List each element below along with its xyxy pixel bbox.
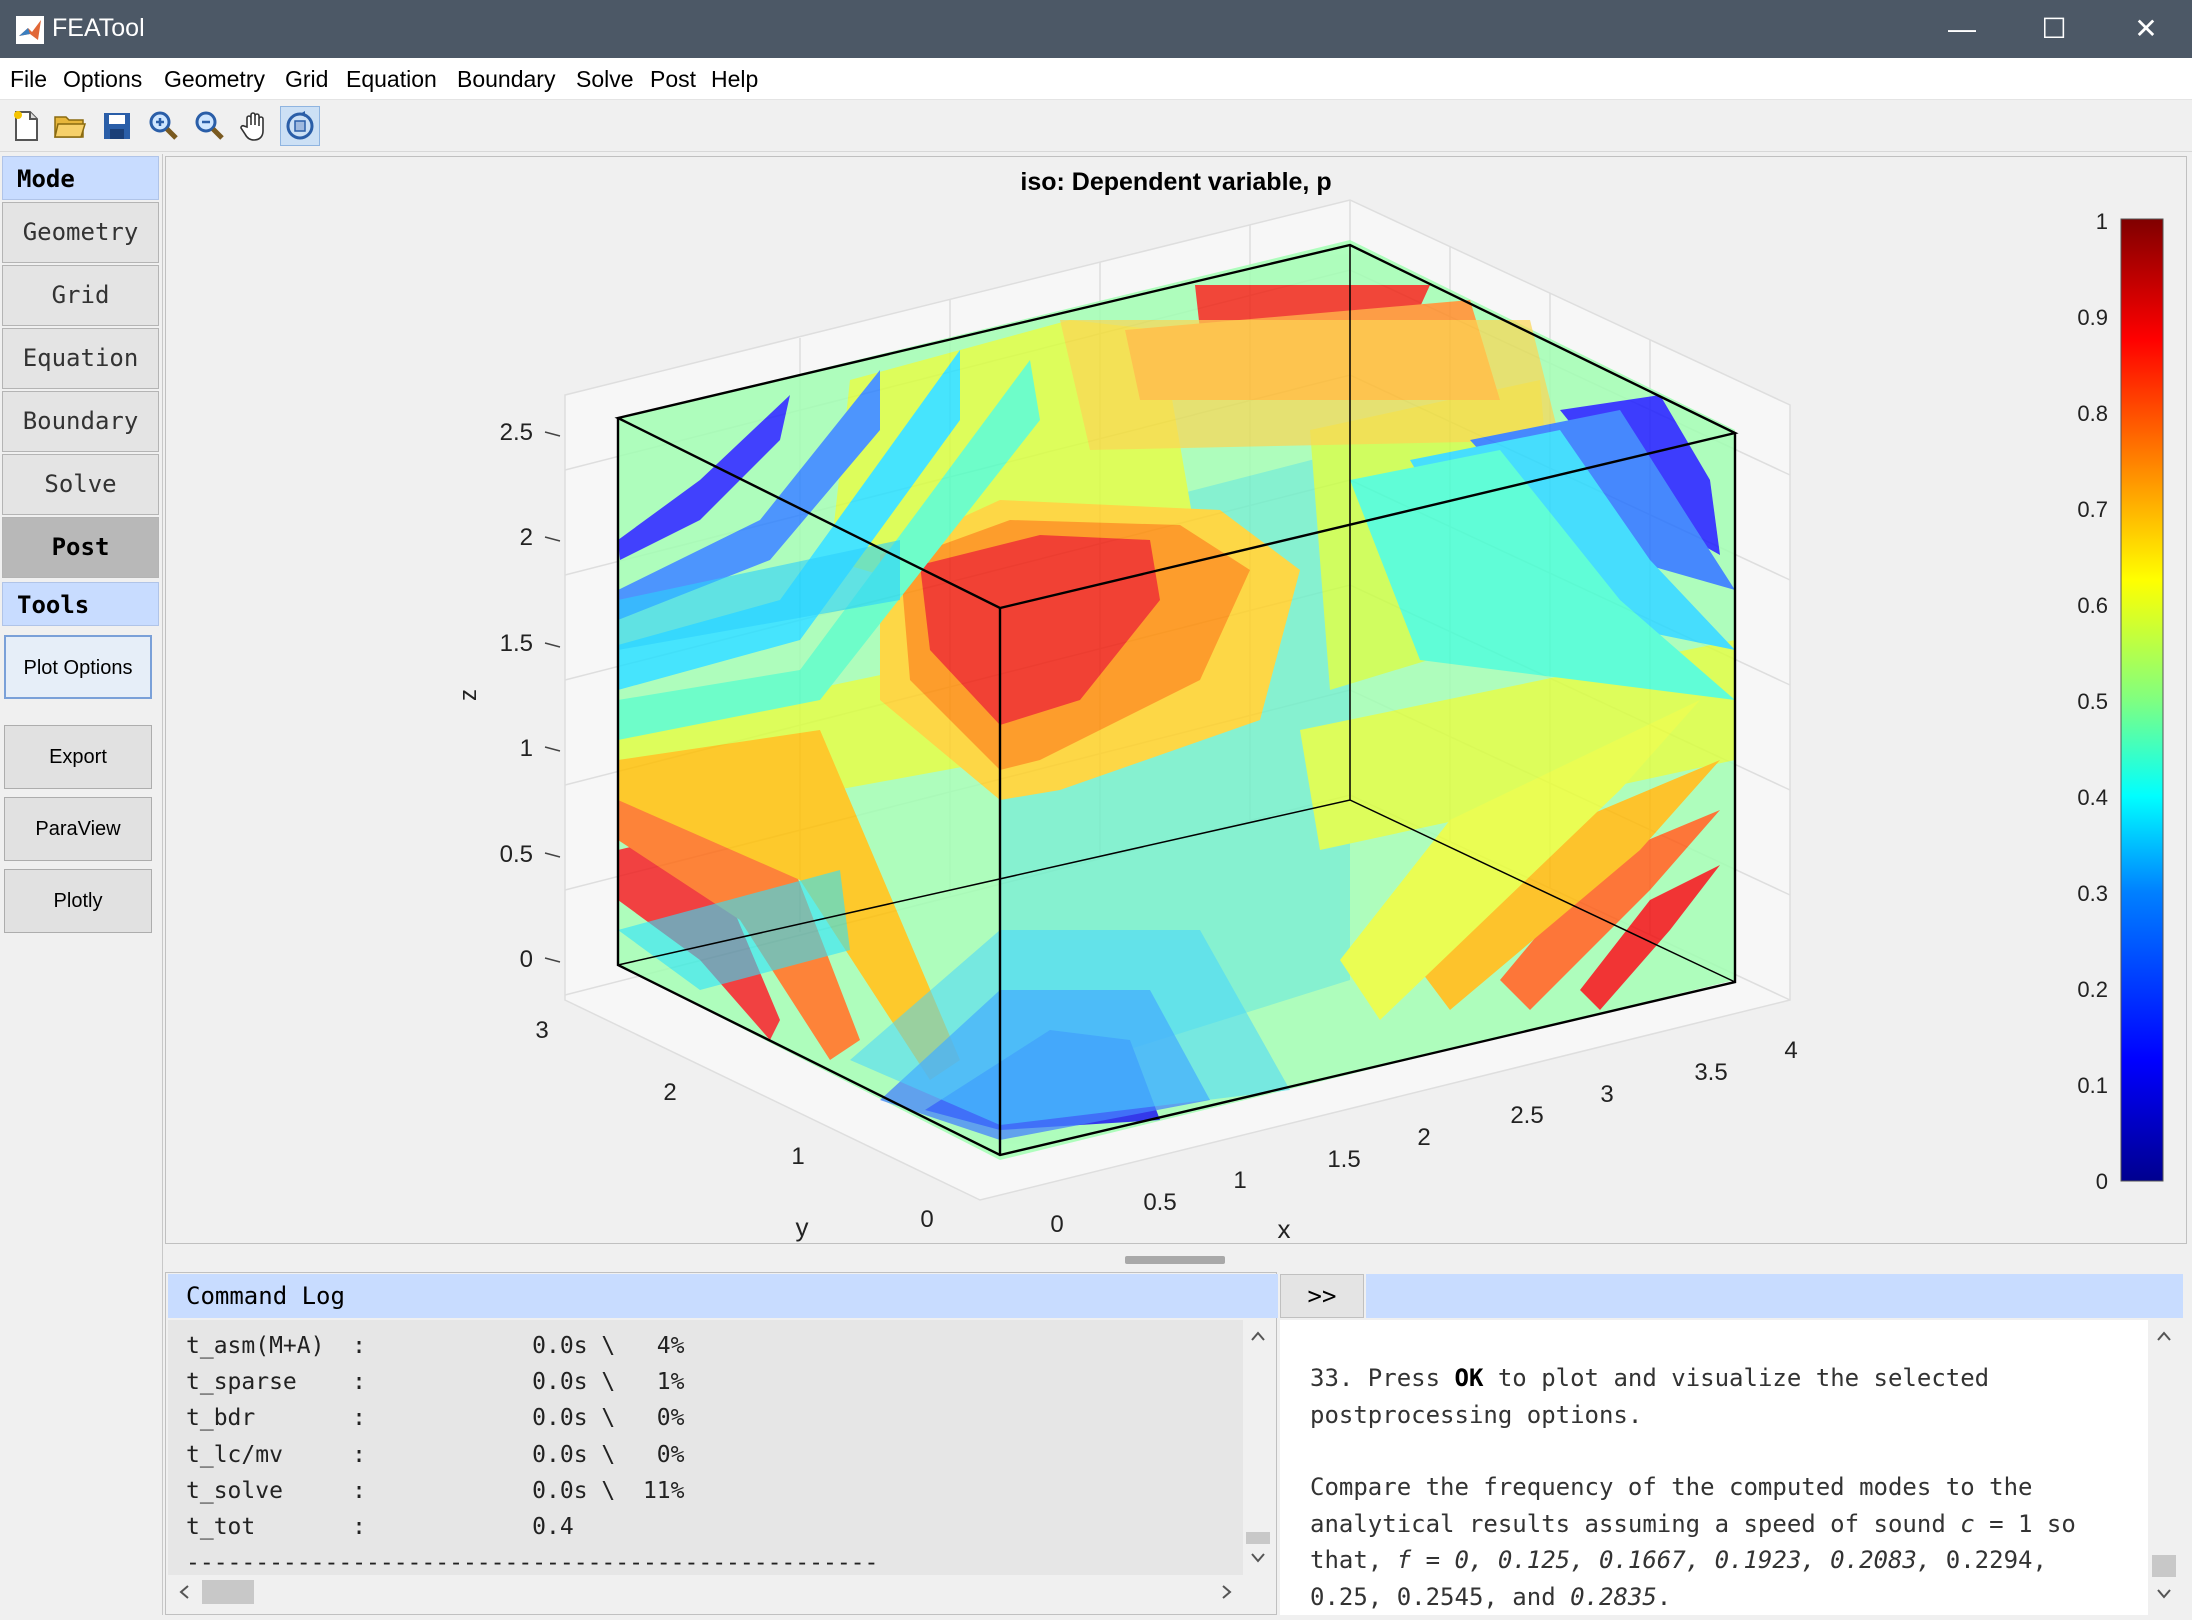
- help-text-part: Compare the frequency of the computed mo…: [1310, 1473, 2033, 1538]
- y-tick: 1: [791, 1143, 804, 1170]
- y-tick: 0: [920, 1206, 933, 1233]
- y-tick: 2: [663, 1079, 676, 1106]
- help-ok-keyword: OK: [1454, 1364, 1484, 1392]
- colorbar-tick: 0.4: [2077, 785, 2108, 810]
- x-tick: 3.5: [1694, 1059, 1727, 1086]
- help-text-part: 33. Press: [1310, 1364, 1455, 1392]
- x-tick: 3: [1600, 1081, 1613, 1108]
- colorbar-tick: 0.9: [2077, 305, 2108, 330]
- log-line: t_sparse : 0.0s \ 1%: [186, 1369, 685, 1396]
- command-log-header: Command Log: [168, 1274, 1278, 1318]
- help-compare: Compare the frequency of the computed mo…: [1310, 1469, 2120, 1615]
- colorbar-tick: 0.2: [2077, 977, 2108, 1002]
- colorbar: [2120, 218, 2164, 1182]
- z-axis-label: z: [455, 689, 482, 701]
- log-line: ----------------------------------------…: [186, 1550, 879, 1575]
- help-math: 0.2835: [1570, 1582, 1657, 1611]
- axis-ticks: [544, 431, 561, 963]
- colorbar-tick: 0.1: [2077, 1073, 2108, 1098]
- z-tick: 1: [520, 735, 533, 762]
- x-tick: 2: [1417, 1124, 1430, 1151]
- z-tick: 1.5: [500, 630, 533, 657]
- log-horizontal-scrollbar[interactable]: [168, 1578, 1243, 1606]
- z-axis-ticks: 0 0.5 1 1.5 2 2.5: [500, 419, 533, 973]
- colorbar-tick: 0.3: [2077, 881, 2108, 906]
- z-tick: 2: [520, 524, 533, 551]
- help-step: 33. Press OK to plot and visualize the s…: [1310, 1360, 2120, 1433]
- log-line: t_tot : 0.4: [186, 1514, 574, 1541]
- colorbar-tick: 0: [2096, 1169, 2108, 1194]
- log-vertical-scrollbar[interactable]: [1244, 1320, 1272, 1575]
- x-axis-label: x: [1278, 1214, 1291, 1244]
- help-header: [1366, 1274, 2183, 1318]
- log-line: t_lc/mv : 0.0s \ 0%: [186, 1441, 685, 1468]
- colorbar-tick: 0.6: [2077, 593, 2108, 618]
- colorbar-tick: 0.7: [2077, 497, 2108, 522]
- colorbar-tick: 0.8: [2077, 401, 2108, 426]
- x-tick: 0: [1050, 1211, 1063, 1238]
- splitter-grip[interactable]: [1125, 1256, 1225, 1264]
- x-tick: 0.5: [1143, 1189, 1176, 1216]
- colorbar-tick: 1: [2096, 209, 2108, 234]
- help-math: f = 0, 0.125, 0.1667, 0.1923, 0.2083,: [1396, 1546, 1932, 1574]
- y-axis-label: y: [796, 1212, 809, 1242]
- colorbar-ticks: 0 0.1 0.2 0.3 0.4 0.5 0.6 0.7 0.8 0.9 1: [2077, 209, 2108, 1194]
- y-tick: 3: [535, 1017, 548, 1044]
- log-line: t_solve : 0.0s \ 11%: [186, 1477, 685, 1504]
- z-tick: 0.5: [500, 841, 533, 868]
- z-tick: 0: [520, 946, 533, 973]
- x-tick: 4: [1784, 1037, 1797, 1064]
- log-line: t_bdr : 0.0s \ 0%: [186, 1405, 685, 1432]
- help-text-part: .: [1656, 1582, 1672, 1611]
- plot-canvas[interactable]: iso: Dependent variable, p 0 0.5 1 1.5 2…: [0, 0, 2192, 1250]
- help-vertical-scrollbar[interactable]: [2150, 1320, 2178, 1615]
- command-log-text[interactable]: t_asm(M+A) : 0.0s \ 4% t_sparse : 0.0s \ …: [168, 1320, 1243, 1575]
- log-line: t_asm(M+A) : 0.0s \ 4%: [186, 1333, 685, 1359]
- help-text: 33. Press OK to plot and visualize the s…: [1280, 1320, 2148, 1615]
- colorbar-tick: 0.5: [2077, 689, 2108, 714]
- z-tick: 2.5: [500, 419, 533, 446]
- x-tick: 1: [1233, 1167, 1246, 1194]
- x-tick: 2.5: [1510, 1102, 1543, 1129]
- help-math: c: [1960, 1509, 1975, 1538]
- plot-title: iso: Dependent variable, p: [1020, 168, 1331, 196]
- expand-help-button[interactable]: >>: [1280, 1274, 1364, 1318]
- x-tick: 1.5: [1327, 1146, 1360, 1173]
